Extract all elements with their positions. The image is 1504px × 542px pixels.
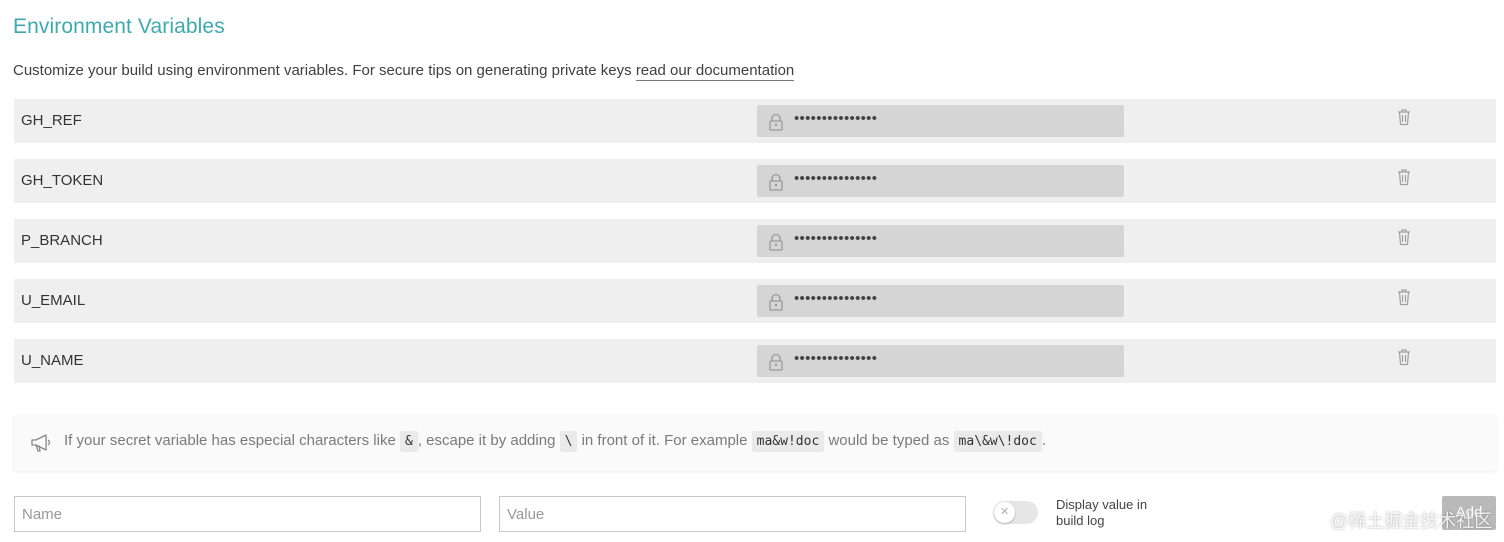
env-var-row: GH_TOKEN ••••••••••••••• (14, 159, 1496, 203)
trash-icon[interactable] (1396, 108, 1412, 126)
toggle-knob: ✕ (994, 502, 1015, 523)
env-var-row: U_NAME ••••••••••••••• (14, 339, 1496, 383)
env-var-name: U_NAME (21, 352, 84, 369)
env-var-name: U_EMAIL (21, 292, 86, 309)
env-var-value-field: ••••••••••••••• (757, 345, 1124, 377)
env-var-name: P_BRANCH (21, 232, 103, 249)
display-value-toggle[interactable]: ✕ (993, 501, 1038, 524)
description: Customize your build using environment v… (13, 62, 795, 81)
env-var-row: GH_REF ••••••••••••••• (14, 99, 1496, 143)
trash-icon[interactable] (1396, 168, 1412, 186)
notice-text-part: would be typed as (824, 432, 954, 449)
env-var-name: GH_REF (21, 112, 82, 129)
notice-text-part: , escape it by adding (417, 432, 560, 449)
code-example: ma&w!doc (751, 431, 825, 452)
lock-icon (769, 113, 783, 131)
env-var-value-field: ••••••••••••••• (757, 105, 1124, 137)
notice-text-part: If your secret variable has especial cha… (64, 432, 400, 449)
lock-icon (769, 293, 783, 311)
env-var-masked-value: ••••••••••••••• (794, 290, 878, 307)
code-ampersand: & (399, 431, 418, 452)
env-var-masked-value: ••••••••••••••• (794, 170, 878, 187)
lock-icon (769, 353, 783, 371)
trash-icon[interactable] (1396, 288, 1412, 306)
notice-text-part: . (1041, 432, 1046, 449)
value-input[interactable] (499, 496, 966, 532)
env-var-value-field: ••••••••••••••• (757, 225, 1124, 257)
trash-icon[interactable] (1396, 228, 1412, 246)
escape-characters-notice: If your secret variable has especial cha… (14, 414, 1496, 471)
trash-icon[interactable] (1396, 348, 1412, 366)
description-text: Customize your build using environment v… (13, 62, 636, 79)
name-input[interactable] (14, 496, 481, 532)
close-icon: ✕ (1000, 506, 1010, 518)
notice-text: If your secret variable has especial cha… (64, 431, 1046, 452)
lock-icon (769, 233, 783, 251)
env-var-masked-value: ••••••••••••••• (794, 110, 878, 127)
code-escaped-example: ma\&w\!doc (953, 431, 1042, 452)
env-var-row: P_BRANCH ••••••••••••••• (14, 219, 1496, 263)
display-value-label: Display value in build log (1056, 497, 1148, 528)
env-var-row: U_EMAIL ••••••••••••••• (14, 279, 1496, 323)
code-backslash: \ (559, 431, 578, 452)
watermark: @稀土掘金技术社区 (1330, 511, 1493, 531)
env-var-masked-value: ••••••••••••••• (794, 350, 878, 367)
notice-text-part: in front of it. For example (577, 432, 752, 449)
env-var-value-field: ••••••••••••••• (757, 165, 1124, 197)
env-var-masked-value: ••••••••••••••• (794, 230, 878, 247)
documentation-link[interactable]: read our documentation (635, 62, 795, 81)
env-var-value-field: ••••••••••••••• (757, 285, 1124, 317)
page-title: Environment Variables (13, 15, 225, 38)
env-var-name: GH_TOKEN (21, 172, 104, 189)
megaphone-icon (31, 434, 51, 452)
lock-icon (769, 173, 783, 191)
